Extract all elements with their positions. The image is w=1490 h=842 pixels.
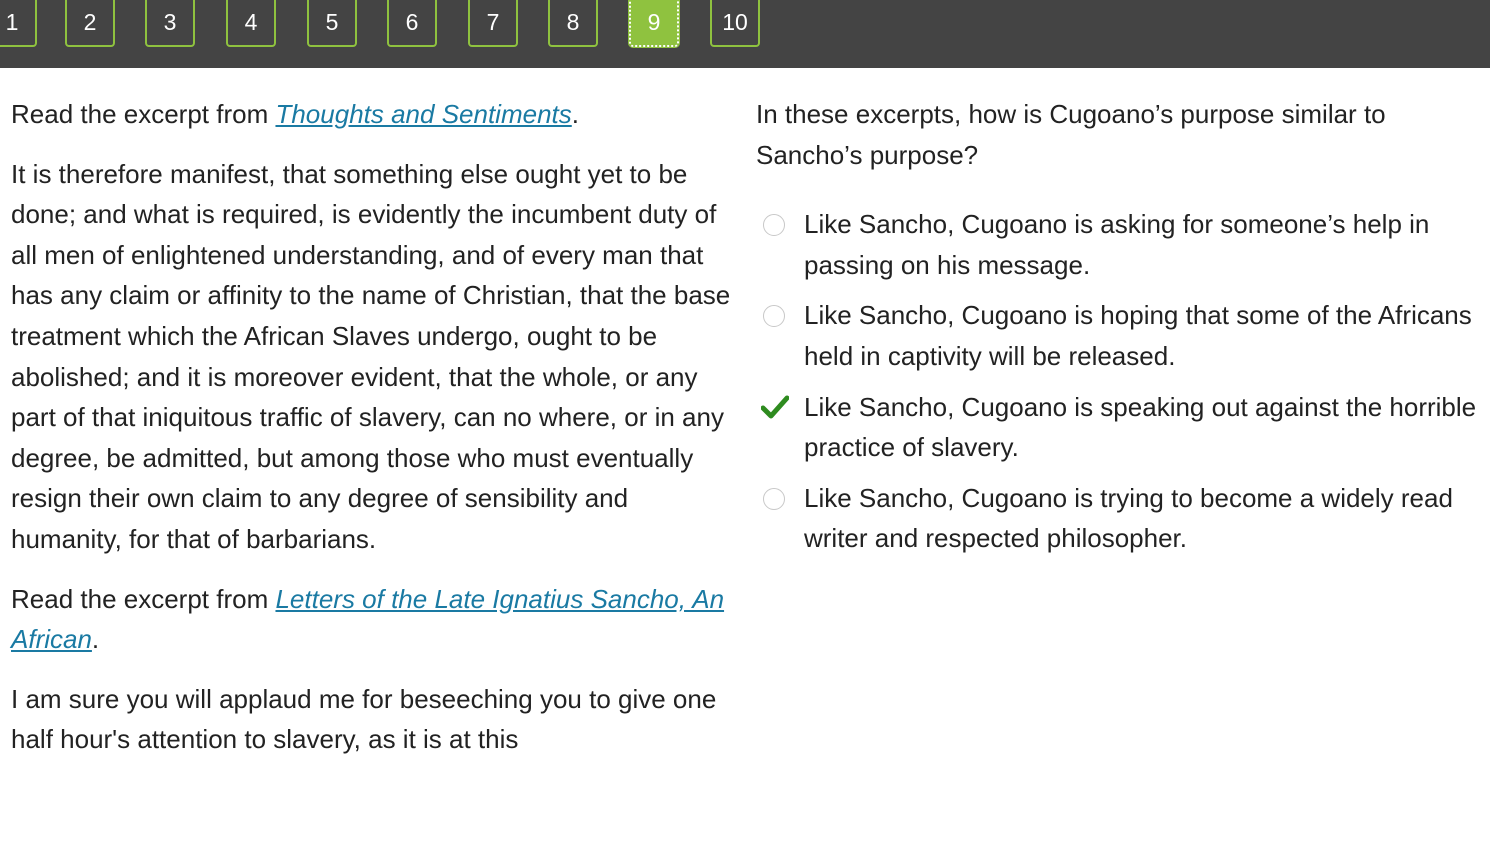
answer-option-1[interactable]: Like Sancho, Cugoano is asking for someo… [756,204,1481,285]
reading-passage-panel: Read the excerpt from Thoughts and Senti… [11,94,736,779]
radio-button-icon[interactable] [763,214,785,237]
radio-button-icon[interactable] [763,487,785,510]
question-button-8[interactable]: 8 [548,0,598,47]
question-button-2[interactable]: 2 [65,0,115,47]
excerpt-1-body: It is therefore manifest, that something… [11,158,731,554]
checkmark-icon [761,395,789,419]
answer-option-text: Like Sancho, Cugoano is asking for someo… [804,209,1430,280]
excerpt-1-intro: Read the excerpt from Thoughts and Senti… [11,94,736,135]
excerpt-1-title-link[interactable]: Thoughts and Sentiments [275,99,571,129]
question-button-7[interactable]: 7 [468,0,518,47]
question-nav-bar: 1 2 3 4 5 6 7 8 9 10 [0,0,1490,68]
question-panel: In these excerpts, how is Cugoano’s purp… [756,94,1481,569]
question-button-6[interactable]: 6 [387,0,437,47]
excerpt-1-suffix: . [571,99,579,129]
excerpt-1-prefix: Read the excerpt from [11,99,276,129]
answer-option-2[interactable]: Like Sancho, Cugoano is hoping that some… [756,295,1481,376]
question-button-3[interactable]: 3 [145,0,195,47]
question-button-4[interactable]: 4 [226,0,276,47]
excerpt-2-body: I am sure you will applaud me for beseec… [11,683,717,755]
radio-button-icon[interactable] [763,305,785,328]
excerpt-2-prefix: Read the excerpt from [11,583,276,614]
answer-option-text: Like Sancho, Cugoano is speaking out aga… [804,391,1477,463]
question-button-5[interactable]: 5 [307,0,357,47]
answer-option-4[interactable]: Like Sancho, Cugoano is trying to become… [756,478,1481,559]
excerpt-2-intro: Read the excerpt from Letters of the Lat… [11,579,736,660]
answer-option-text: Like Sancho, Cugoano is trying to become… [804,482,1453,554]
question-button-10[interactable]: 10 [710,0,760,47]
question-button-9-active[interactable]: 9 [628,0,680,48]
question-button-1[interactable]: 1 [0,0,37,47]
question-prompt: In these excerpts, how is Cugoano’s purp… [756,99,1386,170]
answer-option-text: Like Sancho, Cugoano is hoping that some… [804,300,1472,371]
answer-option-3[interactable]: Like Sancho, Cugoano is speaking out aga… [756,387,1481,468]
excerpt-2-suffix: . [91,624,100,655]
